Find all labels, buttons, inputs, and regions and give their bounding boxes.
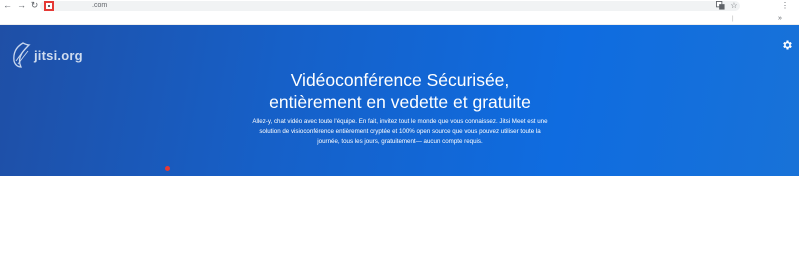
site-info-icon[interactable]	[44, 1, 54, 11]
cursor-marker	[165, 166, 170, 171]
hero-title-line1: Vidéoconférence Sécurisée,	[290, 70, 510, 90]
url-text[interactable]: .com	[92, 0, 107, 11]
browser-toolbar: ← → ↻ .com ☆ ⋮	[0, 0, 799, 12]
bookmarks-overflow-icon[interactable]: »	[778, 14, 782, 23]
reload-icon[interactable]: ↻	[29, 0, 40, 11]
forward-icon[interactable]: →	[16, 0, 27, 11]
back-icon[interactable]: ←	[2, 0, 13, 11]
bookmark-star-icon[interactable]: ☆	[729, 0, 739, 11]
logo-text: jitsi.org	[34, 47, 83, 63]
address-bar[interactable]	[40, 1, 740, 11]
hero-description: Allez-y, chat vidéo avec toute l'équipe.…	[252, 118, 548, 145]
hero-title: Vidéoconférence Sécurisée, entièrement e…	[200, 69, 600, 113]
browser-menu-icon[interactable]: ⋮	[780, 0, 790, 11]
bookmarks-separator: |	[732, 16, 734, 22]
jitsi-logo-icon	[13, 42, 31, 68]
hero-title-line2: entièrement en vedette et gratuite	[269, 92, 531, 112]
settings-gear-icon[interactable]	[781, 39, 793, 51]
jitsi-logo[interactable]: jitsi.org	[10, 41, 83, 69]
bookmarks-bar: | »	[0, 12, 799, 25]
translate-icon[interactable]	[715, 0, 725, 11]
hero-banner: jitsi.org Vidéoconférence Sécurisée, ent…	[0, 25, 799, 176]
